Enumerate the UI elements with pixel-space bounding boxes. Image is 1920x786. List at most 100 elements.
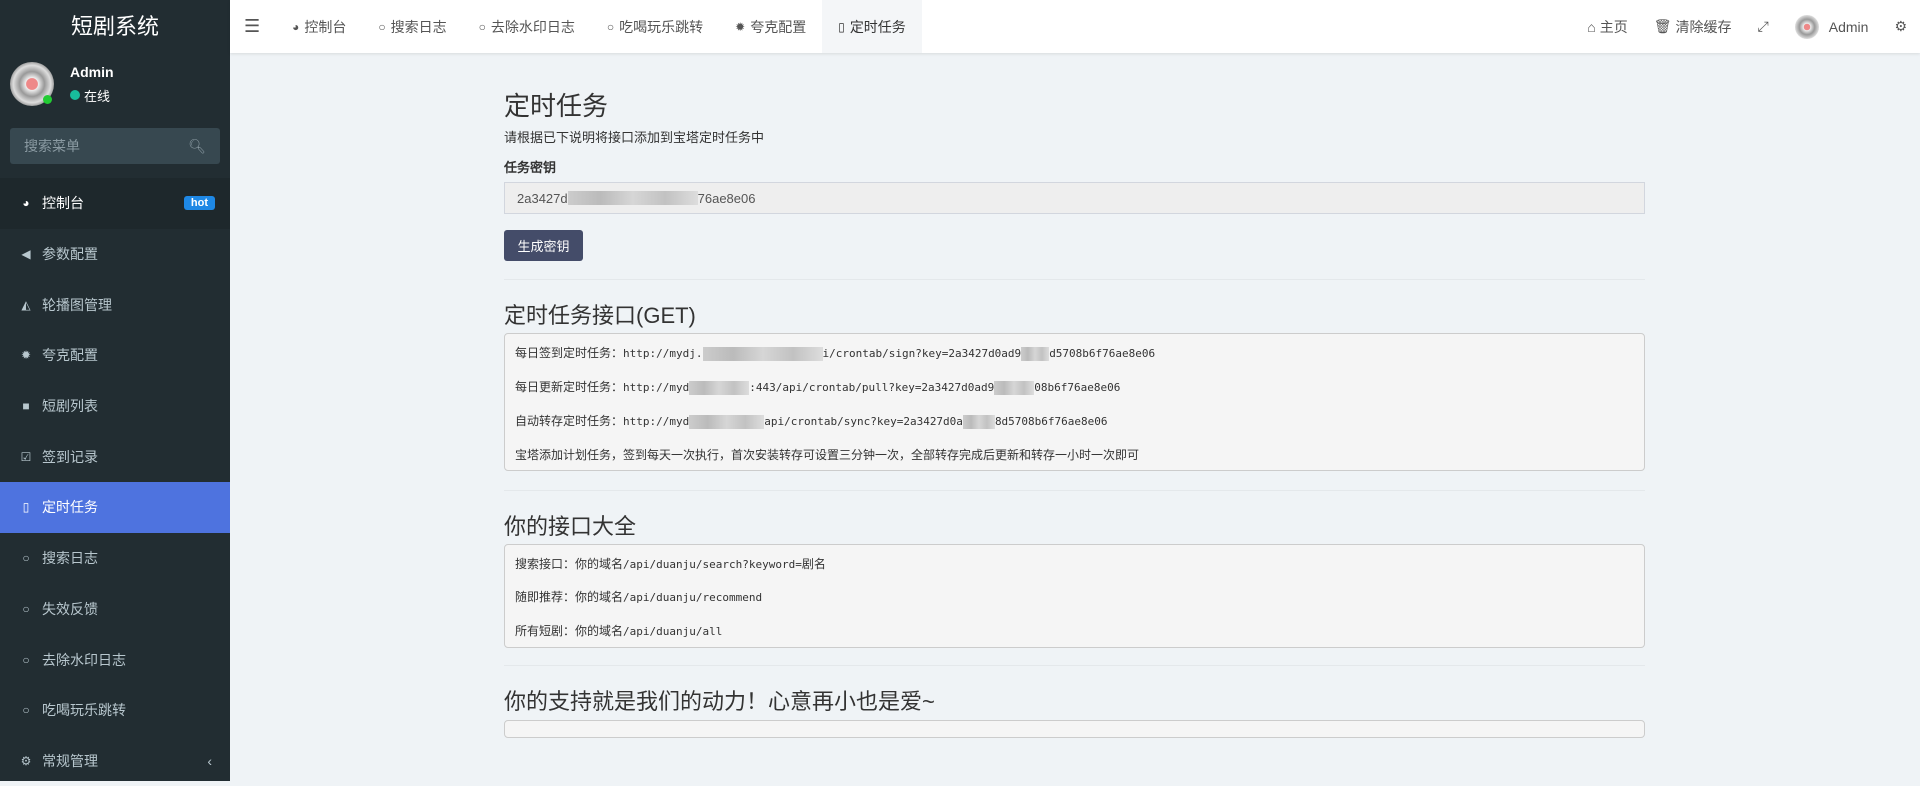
clear-cache-label: 清除缓存 [1675, 18, 1732, 35]
tab-dashboard[interactable]: ◕ 控制台 [276, 0, 362, 53]
menu-toggle-icon[interactable]: ☰ [230, 16, 276, 37]
sidebar-item-label: 参数配置 [42, 246, 98, 263]
api-label: 搜索接口：你的域名 [515, 557, 624, 571]
menu-search-input[interactable]: 搜索菜单 🔍︎ [10, 128, 220, 164]
tab-watermark-log[interactable]: ○ 去除水印日志 [463, 0, 591, 53]
home-icon: ⌂ [1587, 18, 1596, 35]
tab-fun-redirect[interactable]: ○ 吃喝玩乐跳转 [591, 0, 719, 53]
sidebar-item-params[interactable]: ◀ 参数配置 [0, 229, 230, 280]
redacted-block [1021, 347, 1050, 361]
sidebar-item-general[interactable]: ⚙ 常规管理 ‹ [0, 736, 230, 786]
generate-key-button[interactable]: 生成密钥 [504, 230, 583, 261]
divider [504, 279, 1645, 280]
dashboard-icon: ◕ [292, 19, 300, 34]
api-list-box: 搜索接口：你的域名/api/duanju/search?keyword=剧名 随… [504, 544, 1645, 648]
divider [504, 665, 1645, 666]
sidebar-item-watermark-log[interactable]: ○ 去除水印日志 [0, 634, 230, 685]
tab-label: 夸克配置 [750, 18, 807, 35]
cogs-icon: ⚙ [1894, 18, 1907, 34]
sidebar-item-label: 夸克配置 [42, 347, 98, 364]
redacted-block [702, 347, 823, 361]
fullscreen-button[interactable]: ⤢ [1745, 0, 1782, 53]
sidebar-item-label: 轮播图管理 [42, 296, 112, 313]
circle-icon: ○ [478, 19, 486, 34]
settings-button[interactable]: ⚙ [1881, 0, 1920, 53]
api-line: 搜索接口：你的域名/api/duanju/search?keyword=剧名 [515, 555, 826, 572]
cron-line: 每日更新定时任务：http://myd:443/api/crontab/pull… [515, 378, 1120, 395]
circle-icon: ○ [606, 19, 615, 34]
user-name: Admin [70, 63, 114, 80]
sidebar-item-cron[interactable]: ▯ 定时任务 [0, 482, 230, 533]
cron-section-title: 定时任务接口(GET) [504, 303, 696, 328]
api-line: 所有短剧：你的域名/api/duanju/all [515, 622, 722, 639]
search-placeholder: 搜索菜单 [24, 138, 80, 154]
status-badge: 在线 [70, 86, 114, 105]
tab-label: 控制台 [304, 18, 347, 35]
sidebar-menu: ◕ 控制台 hot ◀ 参数配置 ◭ 轮播图管理 ✹ 夸克配置 ■ 短剧列表 ☑ 签到记录 ▯… [0, 178, 230, 786]
sidebar-item-label: 控制台 [42, 195, 84, 212]
url-part: http://myd [623, 381, 690, 394]
page-title: 定时任务 [504, 91, 609, 121]
task-key-input[interactable]: 2a3427d 76ae8e06 [504, 182, 1645, 214]
fullscreen-icon: ⤢ [1757, 18, 1769, 34]
tab-quark[interactable]: ✹ 夸克配置 [719, 0, 822, 53]
key-label: 任务密钥 [504, 160, 557, 175]
url-part: http://mydj. [623, 347, 703, 360]
cron-line: 每日签到定时任务：http://mydj. i/crontab/sign?key=… [515, 344, 1155, 361]
cron-label: 每日签到定时任务： [515, 346, 624, 360]
api-line: 随即推荐：你的域名/api/duanju/recommend [515, 588, 762, 605]
user-panel: Admin 在线 [10, 62, 114, 106]
tab-label: 定时任务 [849, 18, 906, 35]
online-dot-icon [70, 90, 80, 100]
url-part: http://myd [623, 415, 690, 428]
api-section-title: 你的接口大全 [504, 514, 637, 539]
sidebar-item-label: 去除水印日志 [42, 651, 126, 668]
sidebar-item-label: 短剧列表 [42, 398, 98, 415]
sidebar-item-label: 失效反馈 [42, 600, 98, 617]
circle-icon: ○ [22, 703, 30, 718]
area-chart-icon: ◭ [21, 297, 31, 312]
api-path: /api/duanju/search?keyword= [623, 558, 802, 571]
status-text: 在线 [84, 88, 111, 104]
tab-label: 去除水印日志 [490, 18, 575, 35]
calendar-check-icon: ☑ [20, 449, 32, 464]
cron-note: 宝塔添加计划任务，签到每天一次执行，首次安装转存可设置三分钟一次，全部转存完成后… [515, 448, 1140, 462]
sidebar-item-drama-list[interactable]: ■ 短剧列表 [0, 381, 230, 432]
tab-label: 搜索日志 [390, 18, 447, 35]
api-param: 剧名 [801, 557, 826, 571]
url-part: :443/api/crontab/pull?key=2a3427d0ad9 [749, 381, 995, 394]
sidebar-item-signin[interactable]: ☑ 签到记录 [0, 431, 230, 482]
user-name: Admin [1828, 18, 1869, 35]
sidebar-item-feedback[interactable]: ○ 失效反馈 [0, 584, 230, 635]
dashboard-icon: ◕ [22, 196, 30, 211]
url-part: 08b6f76ae8e06 [1034, 381, 1121, 394]
sidebar-item-dashboard[interactable]: ◕ 控制台 hot [0, 178, 230, 229]
search-icon: 🔍︎ [188, 137, 206, 154]
user-menu[interactable]: Admin [1782, 0, 1882, 53]
sidebar-item-label: 定时任务 [42, 499, 98, 516]
cron-line: 自动转存定时任务：http://myd api/crontab/sync?key=… [515, 412, 1108, 429]
chevron-left-icon: ‹ [207, 752, 212, 769]
tab-search-log[interactable]: ○ 搜索日志 [362, 0, 462, 53]
avatar [10, 62, 54, 106]
key-prefix: 2a3427d [517, 190, 568, 206]
redacted-block [689, 415, 765, 429]
tab-label: 吃喝玩乐跳转 [619, 18, 704, 35]
tab-cron[interactable]: ▯ 定时任务 [822, 0, 922, 53]
clear-cache-button[interactable]: 🗑︎ 清除缓存 [1641, 0, 1745, 53]
redacted-block [689, 381, 750, 395]
redacted-block [962, 415, 995, 429]
sidebar-item-fun-redirect[interactable]: ○ 吃喝玩乐跳转 [0, 685, 230, 736]
circle-icon: ○ [22, 652, 30, 667]
file-code-icon: ▯ [838, 19, 845, 34]
circle-icon: ○ [22, 551, 30, 566]
circle-icon: ○ [378, 19, 386, 34]
sidebar-item-quark[interactable]: ✹ 夸克配置 [0, 330, 230, 381]
divider [504, 490, 1645, 491]
url-part: 8d5708b6f76ae8e06 [994, 415, 1108, 428]
home-link[interactable]: ⌂ 主页 [1574, 0, 1640, 53]
home-label: 主页 [1599, 18, 1628, 35]
sidebar-item-carousel[interactable]: ◭ 轮播图管理 [0, 279, 230, 330]
sidebar-item-search-log[interactable]: ○ 搜索日志 [0, 533, 230, 584]
url-part: i/crontab/sign?key=2a3427d0ad9 [822, 347, 1022, 360]
